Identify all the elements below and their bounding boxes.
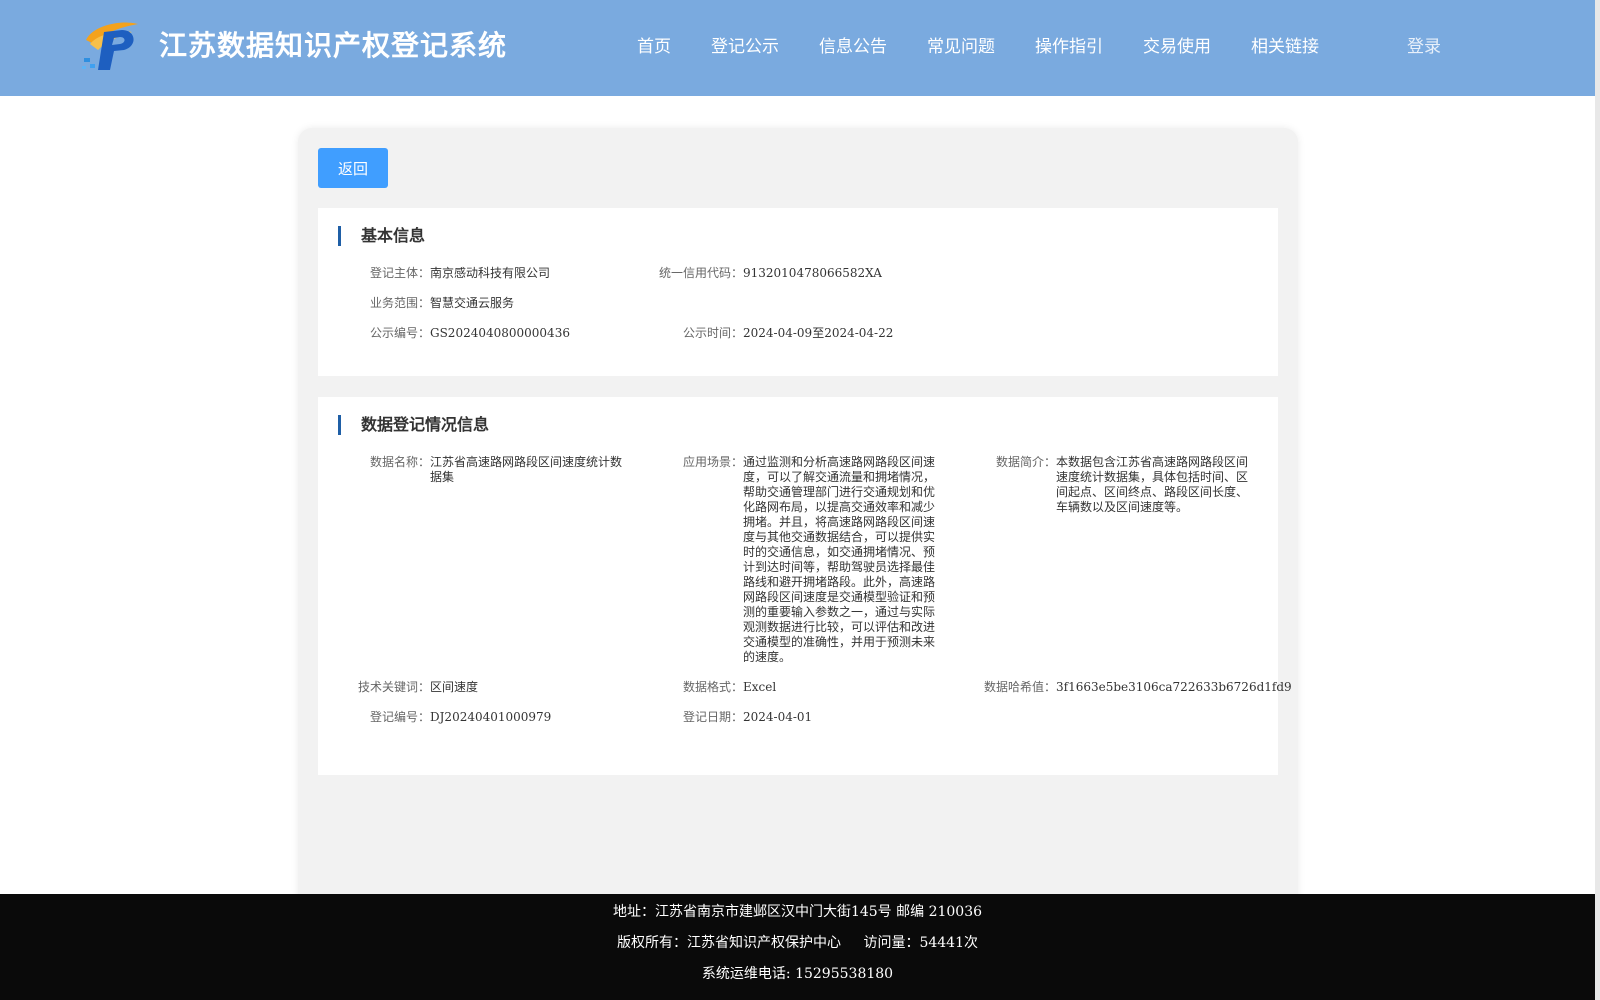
scrollbar[interactable] bbox=[1595, 0, 1600, 1000]
footer-visits: 访问量：54441次 bbox=[863, 935, 978, 951]
value-scenario: 通过监测和分析高速路网路段区间速度，可以了解交通流量和拥堵情况，帮助交通管理部门… bbox=[743, 455, 936, 664]
nav-related-links[interactable]: 相关链接 bbox=[1251, 36, 1319, 58]
basic-info-card: 基本信息 登记主体： 南京感动科技有限公司 统一信用代码： 9132010478… bbox=[318, 208, 1278, 376]
value-entity: 南京感动科技有限公司 bbox=[430, 266, 551, 280]
site-title: 江苏数据知识产权登记系统 bbox=[159, 29, 508, 62]
value-format: Excel bbox=[743, 680, 777, 694]
footer-phone: 系统运维电话: 15295538180 bbox=[701, 966, 894, 982]
site-logo-icon[interactable] bbox=[80, 18, 142, 72]
value-keywords: 区间速度 bbox=[430, 680, 479, 694]
nav-trade-use[interactable]: 交易使用 bbox=[1143, 36, 1211, 58]
label-keywords: 技术关键词： bbox=[357, 680, 430, 694]
detail-container: 返回 基本信息 登记主体： 南京感动科技有限公司 统一信用代码： 9132010… bbox=[298, 128, 1298, 908]
site-header: 江苏数据知识产权登记系统 首页 登记公示 信息公告 常见问题 操作指引 交易使用… bbox=[0, 0, 1595, 96]
section-title-data-registration: 数据登记情况信息 bbox=[338, 415, 489, 435]
label-entity: 登记主体： bbox=[369, 266, 430, 280]
value-hash: 3f1663e5be3106ca722633b6726d1fd9 bbox=[1056, 680, 1292, 694]
value-credit-code: 9132010478066582XA bbox=[743, 266, 882, 280]
nav-registration-notice[interactable]: 登记公示 bbox=[711, 36, 779, 58]
label-format: 数据格式： bbox=[682, 680, 743, 694]
site-footer: 地址：江苏省南京市建邺区汉中门大街145号 邮编 210036 版权所有：江苏省… bbox=[0, 894, 1595, 1000]
login-link[interactable]: 登录 bbox=[1407, 36, 1441, 58]
value-notice-time: 2024-04-09至2024-04-22 bbox=[743, 326, 894, 340]
nav-info-announcement[interactable]: 信息公告 bbox=[819, 36, 887, 58]
value-notice-no: GS2024040800000436 bbox=[430, 326, 570, 340]
value-reg-no: DJ20240401000979 bbox=[430, 710, 552, 724]
footer-address: 地址：江苏省南京市建邺区汉中门大街145号 邮编 210036 bbox=[612, 904, 983, 920]
nav-home[interactable]: 首页 bbox=[637, 36, 671, 58]
label-notice-no: 公示编号： bbox=[369, 326, 430, 340]
value-data-name: 江苏省高速路网路段区间速度统计数据集 bbox=[430, 455, 623, 484]
section-title-basic-info: 基本信息 bbox=[338, 226, 425, 246]
label-notice-time: 公示时间： bbox=[682, 326, 743, 340]
label-data-name: 数据名称： bbox=[369, 455, 430, 469]
label-scenario: 应用场景： bbox=[682, 455, 743, 469]
nav-faq[interactable]: 常见问题 bbox=[927, 36, 995, 58]
footer-copyright: 版权所有：江苏省知识产权保护中心 bbox=[617, 935, 841, 951]
footer-copyright-line: 版权所有：江苏省知识产权保护中心 访问量：54441次 bbox=[0, 933, 1595, 953]
value-summary: 本数据包含江苏省高速路网路段区间速度统计数据集，具体包括时间、区间起点、区间终点… bbox=[1056, 455, 1249, 514]
label-reg-no: 登记编号： bbox=[369, 710, 430, 724]
back-button[interactable]: 返回 bbox=[318, 148, 388, 188]
nav-operation-guide[interactable]: 操作指引 bbox=[1035, 36, 1103, 58]
label-reg-date: 登记日期： bbox=[682, 710, 743, 724]
label-scope: 业务范围： bbox=[369, 296, 430, 310]
label-summary: 数据简介： bbox=[995, 455, 1056, 469]
value-reg-date: 2024-04-01 bbox=[743, 710, 813, 724]
label-credit-code: 统一信用代码： bbox=[658, 266, 743, 280]
label-hash: 数据哈希值： bbox=[983, 680, 1056, 694]
value-scope: 智慧交通云服务 bbox=[430, 296, 515, 310]
data-registration-card: 数据登记情况信息 数据名称： 江苏省高速路网路段区间速度统计数据集 应用场景： … bbox=[318, 397, 1292, 775]
